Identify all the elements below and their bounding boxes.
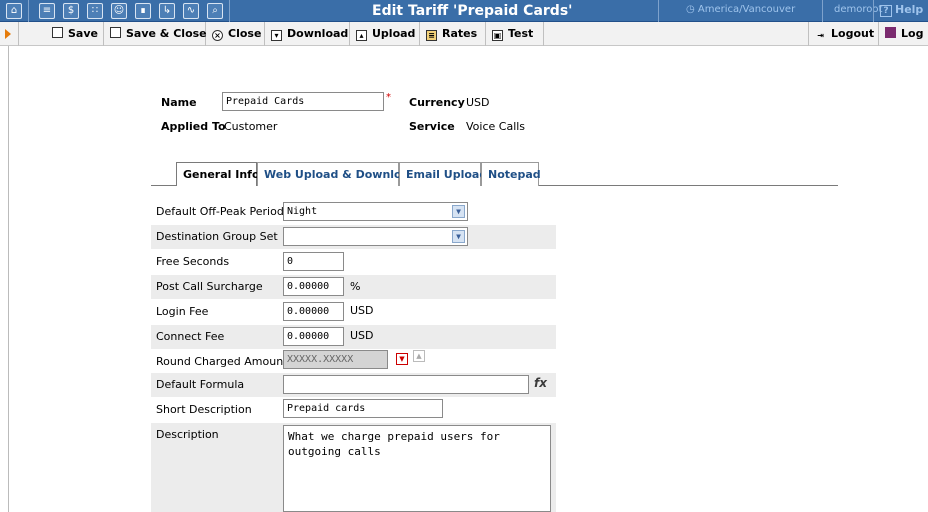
service-value: Voice Calls xyxy=(466,120,526,133)
save-close-label: Save & Close xyxy=(126,27,207,40)
test-label: Test xyxy=(508,27,534,40)
tab-notepad[interactable]: Notepad xyxy=(481,162,541,186)
page-title: Edit Tariff 'Prepaid Cards' xyxy=(372,3,573,19)
divider xyxy=(229,0,230,22)
login-fee-unit: USD xyxy=(350,304,374,317)
post-call-surcharge-unit: % xyxy=(350,280,361,293)
floppy-icon xyxy=(110,27,121,38)
rates-label: Rates xyxy=(442,27,478,40)
destination-group-set-label: Destination Group Set xyxy=(156,230,278,243)
name-field[interactable]: Prepaid Cards xyxy=(222,92,384,111)
description-label: Description xyxy=(156,428,219,441)
divider xyxy=(873,0,874,22)
rates-icon: ≡ xyxy=(426,30,437,41)
log-button[interactable]: Log xyxy=(879,22,928,46)
download-label: Download xyxy=(287,27,349,40)
short-description-field[interactable]: Prepaid cards xyxy=(283,399,443,418)
divider xyxy=(18,22,19,46)
route-icon[interactable]: ↳ xyxy=(159,3,175,19)
round-charged-amount-label: Round Charged Amount xyxy=(156,355,288,368)
tariff-icon[interactable]: ∎ xyxy=(135,3,151,19)
applied-to-value: Customer xyxy=(224,120,278,133)
upload-button[interactable]: ▴ Upload xyxy=(350,22,420,46)
off-peak-value: Night xyxy=(287,206,318,217)
free-seconds-field[interactable]: 0 xyxy=(283,252,344,271)
top-bar: ⌂ ≡ $ ∷ ☺ ∎ ↳ ∿ ⌕ Edit Tariff 'Prepaid C… xyxy=(0,0,928,22)
round-charged-amount-field: XXXXX.XXXXX xyxy=(283,350,388,369)
login-fee-label: Login Fee xyxy=(156,305,209,318)
login-fee-field[interactable]: 0.00000 xyxy=(283,302,344,321)
connect-fee-label: Connect Fee xyxy=(156,330,225,343)
close-label: Close xyxy=(228,27,262,40)
chevron-down-icon: ▼ xyxy=(452,205,465,218)
log-label: Log xyxy=(901,27,924,40)
formula-wizard-icon[interactable]: fx xyxy=(534,376,551,393)
tab-email-upload[interactable]: Email Upload xyxy=(399,162,487,186)
post-call-surcharge-label: Post Call Surcharge xyxy=(156,280,263,293)
user-name[interactable]: demoroot xyxy=(834,4,882,15)
save-close-button[interactable]: Save & Close xyxy=(104,22,207,46)
upload-icon: ▴ xyxy=(356,30,367,41)
currency-label: Currency xyxy=(409,96,465,109)
dollar-icon[interactable]: $ xyxy=(63,3,79,19)
logout-label: Logout xyxy=(831,27,875,40)
close-button[interactable]: × Close xyxy=(206,22,265,46)
divider xyxy=(658,0,659,22)
floppy-icon xyxy=(52,27,63,38)
round-down-icon[interactable]: ▼ xyxy=(396,353,408,365)
post-call-surcharge-field[interactable]: 0.00000 xyxy=(283,277,344,296)
default-formula-label: Default Formula xyxy=(156,378,245,391)
close-icon: × xyxy=(212,30,223,41)
round-up-icon: ▲ xyxy=(413,350,425,362)
service-label: Service xyxy=(409,120,455,133)
help-label: Help xyxy=(895,3,924,16)
tab-web-upload-download[interactable]: Web Upload & Download xyxy=(257,162,417,186)
search-icon[interactable]: ⌕ xyxy=(207,3,223,19)
divider xyxy=(822,0,823,22)
download-button[interactable]: ▾ Download xyxy=(265,22,350,46)
off-peak-select[interactable]: Night ▼ xyxy=(283,202,468,221)
default-formula-field[interactable] xyxy=(283,375,529,394)
help-icon: ? xyxy=(880,5,892,17)
tab-general-info[interactable]: General Info xyxy=(176,162,260,186)
logout-button[interactable]: ⇥ Logout xyxy=(808,22,879,46)
chevron-down-icon: ▼ xyxy=(452,230,465,243)
download-icon: ▾ xyxy=(271,30,282,41)
upload-label: Upload xyxy=(372,27,416,40)
toolbar: Save Save & Close × Close ▾ Download ▴ Uplo… xyxy=(0,22,928,46)
save-button[interactable]: Save xyxy=(46,22,104,46)
grid-icon[interactable]: ∷ xyxy=(87,3,103,19)
expand-arrow-icon[interactable] xyxy=(5,29,11,39)
off-peak-label: Default Off-Peak Period xyxy=(156,205,284,218)
form-row-free-seconds: Free Seconds xyxy=(151,250,556,274)
applied-to-label: Applied To xyxy=(161,120,226,133)
help-link[interactable]: ? Help xyxy=(880,3,923,17)
rates-button[interactable]: ≡ Rates xyxy=(420,22,486,46)
short-description-label: Short Description xyxy=(156,403,252,416)
home-icon[interactable]: ⌂ xyxy=(6,3,22,19)
timezone-label: America/Vancouver xyxy=(697,4,796,15)
destination-group-set-select[interactable]: ▼ xyxy=(283,227,468,246)
test-icon: ▣ xyxy=(492,30,503,41)
chart-icon[interactable]: ∿ xyxy=(183,3,199,19)
connect-fee-unit: USD xyxy=(350,329,374,342)
currency-value: USD xyxy=(466,96,490,109)
log-icon xyxy=(885,27,896,38)
logout-icon: ⇥ xyxy=(817,31,824,40)
timezone-link[interactable]: ◷ America/Vancouver xyxy=(686,4,795,15)
name-label: Name xyxy=(161,96,197,109)
description-textarea[interactable]: What we charge prepaid users for outgoin… xyxy=(283,425,551,512)
list-icon[interactable]: ≡ xyxy=(39,3,55,19)
test-button[interactable]: ▣ Test xyxy=(486,22,544,46)
divider xyxy=(28,0,29,22)
free-seconds-label: Free Seconds xyxy=(156,255,230,268)
person-icon[interactable]: ☺ xyxy=(111,3,127,19)
required-marker: * xyxy=(386,92,391,103)
save-label: Save xyxy=(68,27,98,40)
connect-fee-field[interactable]: 0.00000 xyxy=(283,327,344,346)
page-border xyxy=(8,46,9,512)
